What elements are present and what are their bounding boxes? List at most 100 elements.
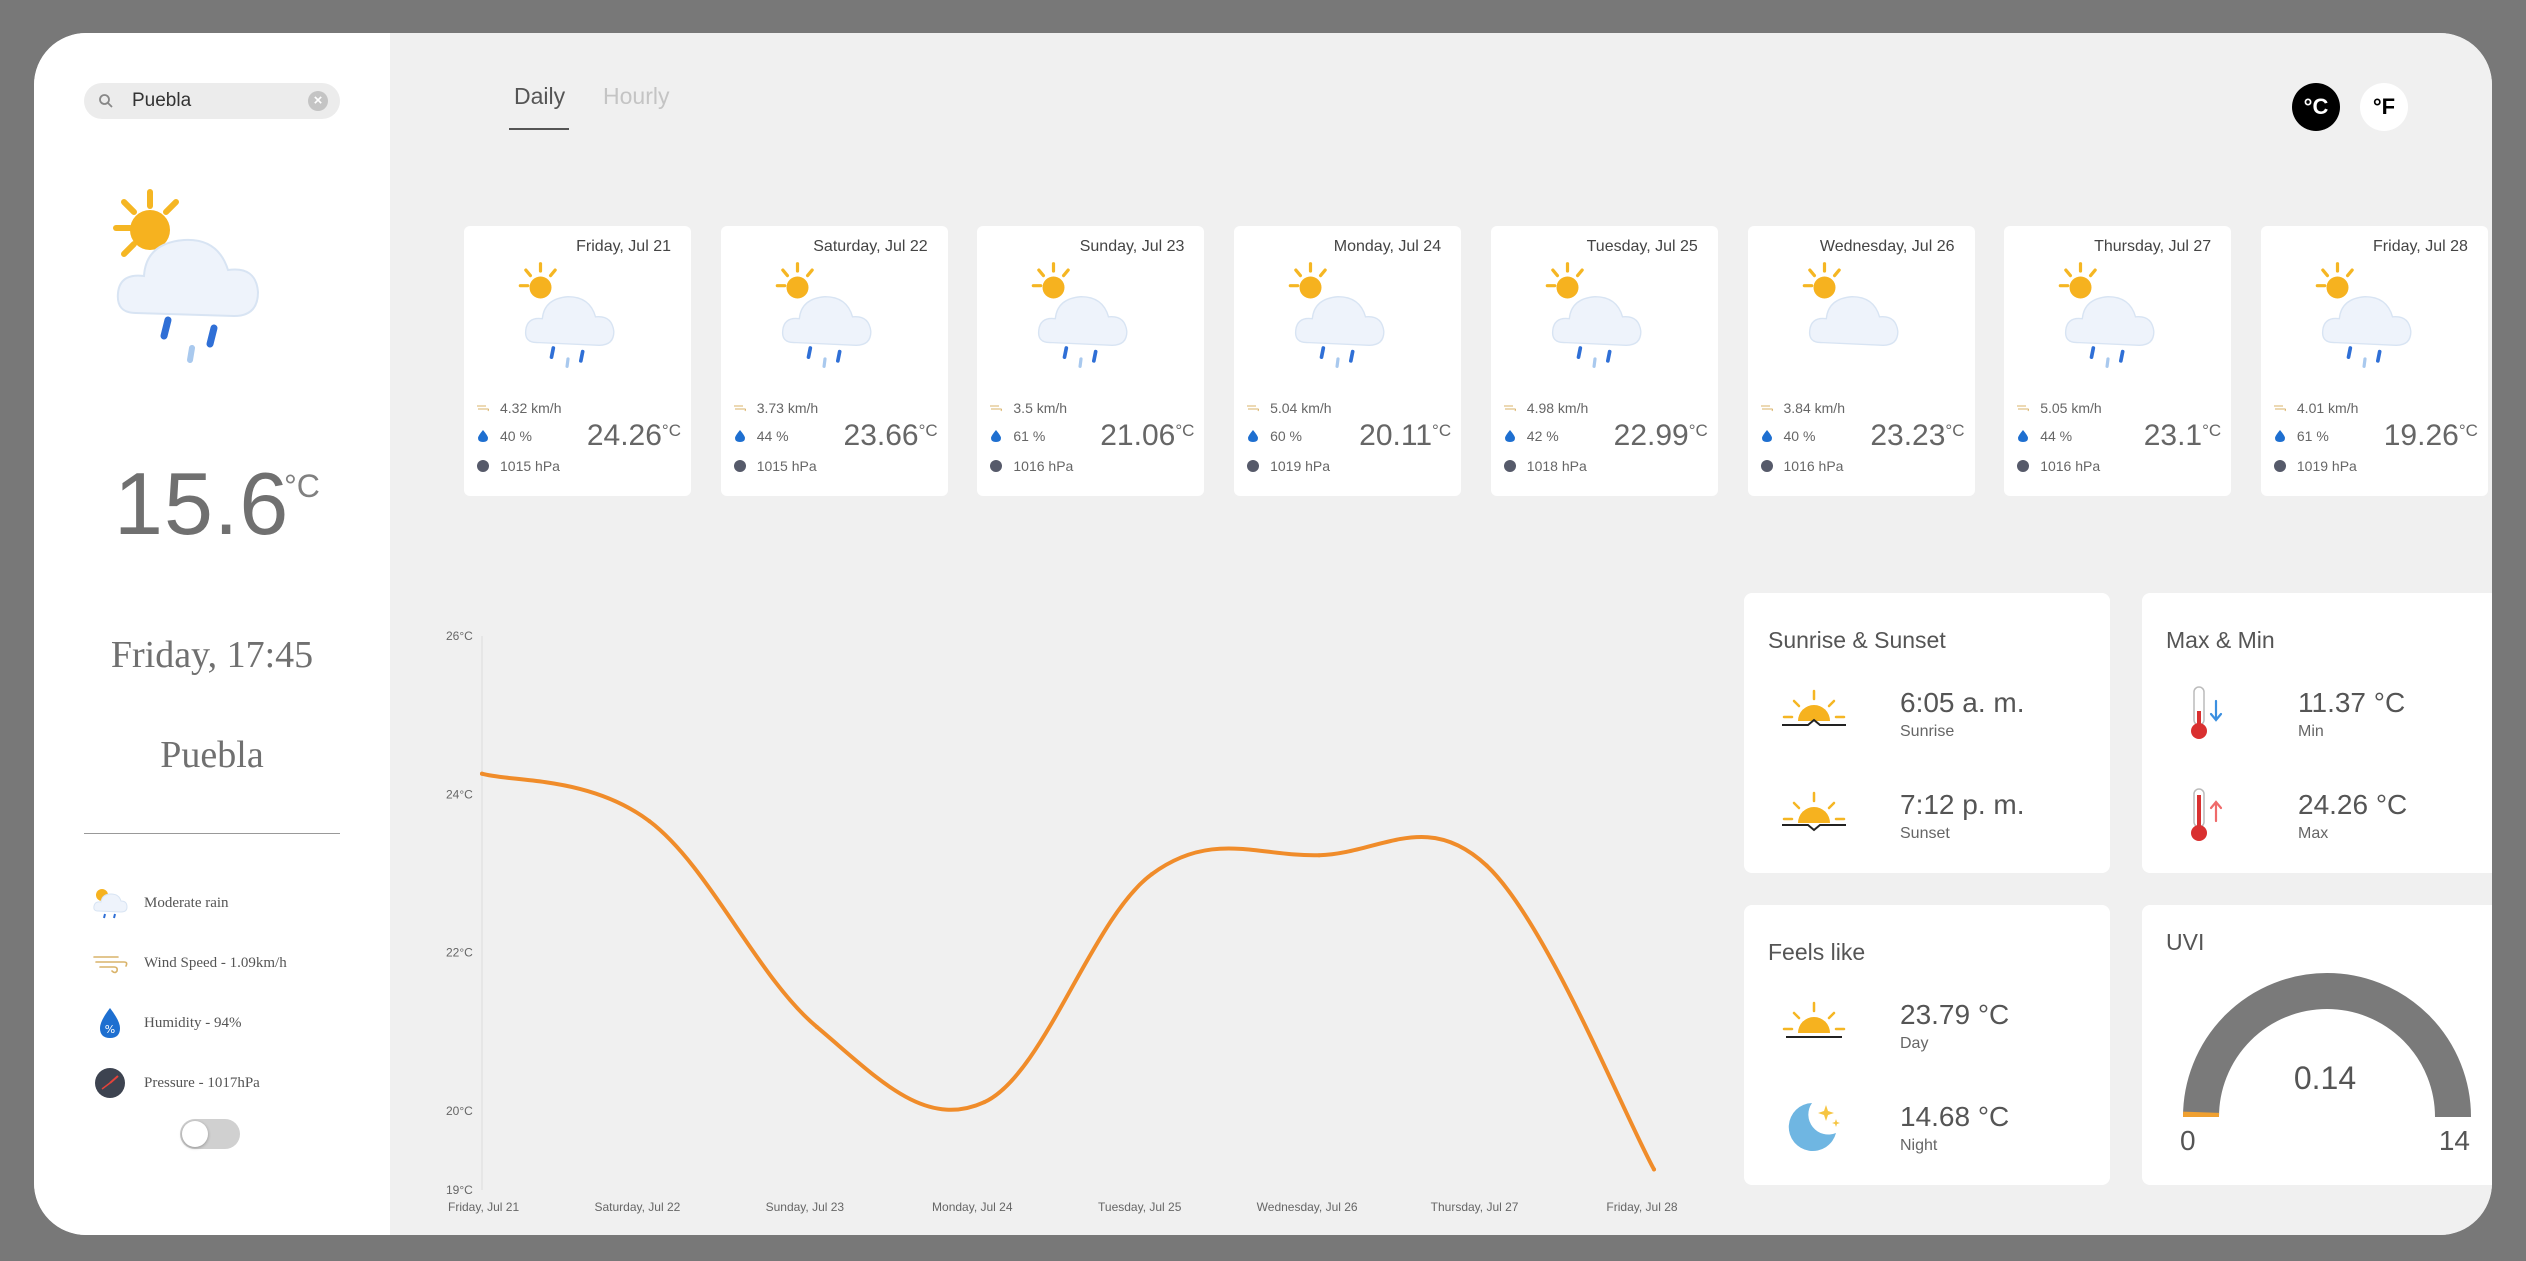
- forecast-humidity: 40 %: [476, 428, 532, 444]
- current-city: Puebla: [160, 734, 264, 776]
- forecast-wind-value: 4.01 km/h: [2296, 400, 2359, 416]
- main-panel: Daily Hourly °C °F Friday, Jul 21 4.32 k…: [390, 33, 2492, 1235]
- wind-icon: [2017, 405, 2030, 412]
- forecast-card[interactable]: Wednesday, Jul 26 3.84 km/h 40 % 1016 hP…: [1747, 226, 1975, 496]
- humidity-drop-icon: [2018, 430, 2029, 442]
- temperature-chart: 26°C 24°C 22°C 20°C 19°C Friday, Jul 21 Saturd…: [446, 629, 1678, 1214]
- panel-title: Feels like: [1768, 939, 1866, 965]
- data-point: [1484, 863, 1489, 868]
- sun-cloud-rain-icon: [113, 189, 260, 363]
- data-point: [982, 1100, 987, 1105]
- forecast-temp: 23.66°C: [844, 419, 938, 453]
- current-temperature: 15.6: [114, 454, 290, 553]
- svg-text:%: %: [105, 1023, 115, 1036]
- forecast-temp: 24.26°C: [587, 419, 681, 453]
- forecast-pressure-value: 1016 hPa: [1013, 458, 1074, 474]
- max-temp: 24.26 °C: [2298, 789, 2408, 820]
- forecast-temp-value: 23.23: [1870, 419, 1946, 452]
- sunset-time: 7:12 p. m.: [1900, 789, 2025, 820]
- panel-title: UVI: [2166, 929, 2205, 955]
- x-tick-label: Wednesday, Jul 26: [1257, 1200, 1358, 1214]
- search-input[interactable]: [132, 83, 292, 119]
- forecast-card[interactable]: Sunday, Jul 23 3.5 km/h 61 % 1016 hPa 21…: [977, 226, 1205, 496]
- humidity-text: Humidity - 94%: [144, 1014, 242, 1031]
- forecast-temp: 19.26°C: [2384, 419, 2478, 453]
- sun-cloud-rain-icon: [93, 889, 128, 919]
- forecast-humidity-value: 44 %: [2040, 428, 2073, 444]
- forecast-temp-value: 19.26: [2383, 419, 2459, 452]
- forecast-wind-value: 5.05 km/h: [2040, 400, 2102, 416]
- forecast-wind-value: 3.84 km/h: [1783, 400, 1845, 416]
- forecast-pressure: 1019 hPa: [1246, 458, 1330, 474]
- humidity-drop-icon: [1504, 430, 1515, 442]
- forecast-wind: 5.05 km/h: [2016, 400, 2102, 416]
- wind-icon: [2273, 405, 2286, 412]
- forecast-temp-unit: °C: [1945, 421, 1965, 440]
- divider: [84, 833, 340, 834]
- forecast-wind: 3.5 km/h: [989, 400, 1067, 416]
- clear-icon[interactable]: ×: [308, 91, 328, 111]
- forecast-card[interactable]: Friday, Jul 21 4.32 km/h 40 % 1015 hPa 2…: [464, 226, 691, 496]
- pressure-gauge-icon: [2273, 460, 2286, 472]
- forecast-temp: 21.06°C: [1100, 419, 1194, 453]
- x-tick-label: Tuesday, Jul 25: [1098, 1200, 1182, 1214]
- pressure-gauge-icon: [1247, 460, 1260, 472]
- sun-cloud-rain-icon: [1032, 262, 1128, 368]
- tab-hourly[interactable]: Hourly: [603, 83, 669, 110]
- celsius-button[interactable]: °C: [2292, 83, 2340, 131]
- feels-day-temp: 23.79 °C: [1900, 999, 2010, 1030]
- uvi-max-label: 14: [2438, 1125, 2470, 1156]
- forecast-temp: 22.99°C: [1614, 419, 1708, 453]
- forecast-wind-value: 3.5 km/h: [1013, 400, 1068, 416]
- sun-cloud-rain-icon: [1545, 262, 1642, 368]
- condition-row: Moderate rain: [90, 883, 229, 923]
- humidity-drop-icon: [2274, 430, 2285, 442]
- sidebar: × 15.6 °C Friday, 17:45 Puebla: [34, 33, 390, 1235]
- forecast-temp-value: 20.11: [1359, 419, 1433, 452]
- wind-icon: [1760, 405, 1773, 412]
- forecast-wind: 5.04 km/h: [1246, 400, 1332, 416]
- panel-title: Sunrise & Sunset: [1768, 627, 1946, 653]
- data-point: [1317, 853, 1322, 858]
- forecast-date: Sunday, Jul 23: [1079, 238, 1185, 255]
- forecast-temp-unit: °C: [918, 421, 938, 440]
- forecast-pressure-value: 1019 hPa: [2296, 458, 2357, 474]
- forecast-wind-value: 5.04 km/h: [1270, 400, 1332, 416]
- humidity-drop-icon: [1248, 430, 1259, 442]
- forecast-date: Friday, Jul 28: [2373, 238, 2468, 255]
- wind-icon: [1247, 405, 1260, 412]
- sun-cloud-rain-icon: [518, 262, 615, 368]
- forecast-wind: 3.73 km/h: [733, 400, 818, 416]
- theme-toggle[interactable]: [180, 1119, 240, 1149]
- forecast-humidity-value: 40 %: [500, 428, 532, 444]
- forecast-card[interactable]: Thursday, Jul 27 5.05 km/h 44 % 1016 hPa…: [2004, 226, 2232, 496]
- forecast-date: Wednesday, Jul 26: [1819, 238, 1955, 255]
- pressure-gauge-icon: [2017, 460, 2030, 472]
- forecast-humidity: 60 %: [1246, 428, 1302, 444]
- forecast-wind-value: 4.98 km/h: [1526, 400, 1589, 416]
- forecast-temp-unit: °C: [1688, 421, 1708, 440]
- data-point: [814, 1024, 819, 1029]
- forecast-pressure-value: 1019 hPa: [1270, 458, 1331, 474]
- forecast-card[interactable]: Saturday, Jul 22 3.73 km/h 44 % 1015 hPa…: [720, 226, 948, 496]
- y-tick-label: 20°C: [446, 1104, 473, 1118]
- forecast-temp-value: 24.26: [586, 419, 662, 452]
- forecast-pressure-value: 1015 hPa: [500, 458, 560, 474]
- sunset-icon: [1782, 791, 1846, 832]
- forecast-card[interactable]: Friday, Jul 28 4.01 km/h 61 % 1019 hPa 1…: [2260, 226, 2488, 496]
- search-bar[interactable]: ×: [84, 83, 340, 119]
- fahrenheit-button[interactable]: °F: [2360, 83, 2408, 131]
- data-point: [647, 819, 652, 824]
- forecast-card[interactable]: Monday, Jul 24 5.04 km/h 60 % 1019 hPa 2…: [1234, 226, 1462, 496]
- x-tick-label: Saturday, Jul 22: [595, 1200, 681, 1214]
- forecast-pressure: 1015 hPa: [476, 458, 560, 474]
- forecast-date: Saturday, Jul 22: [813, 238, 928, 255]
- data-point: [1149, 872, 1154, 877]
- forecast-temp-unit: °C: [1175, 421, 1195, 440]
- current-temperature-unit: °C: [284, 468, 320, 504]
- data-point: [480, 771, 484, 776]
- forecast-date: Thursday, Jul 27: [2094, 238, 2212, 255]
- max-label: Max: [2298, 825, 2329, 842]
- forecast-card[interactable]: Tuesday, Jul 25 4.98 km/h 42 % 1018 hPa …: [1490, 226, 1718, 496]
- tab-daily[interactable]: Daily: [514, 83, 565, 110]
